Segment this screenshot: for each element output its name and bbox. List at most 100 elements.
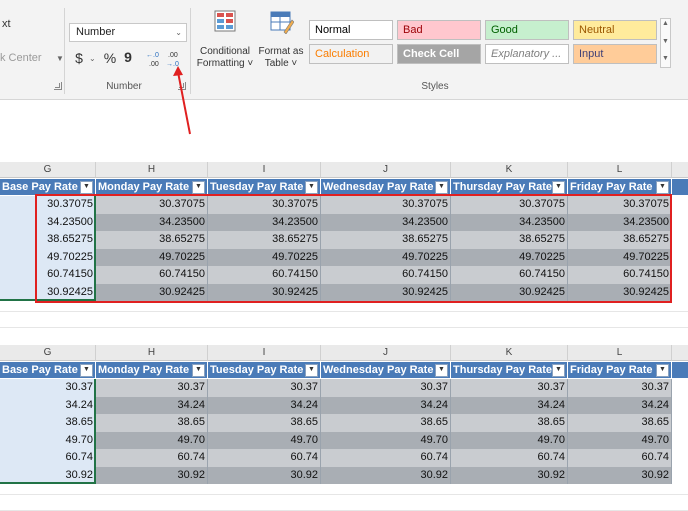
table-cell[interactable]: 34.24 [568,396,672,414]
table-cell[interactable]: 30.92 [451,466,568,484]
table-header-cell[interactable]: Tuesday Pay Rate ▼ [208,179,321,195]
ribbon: xt k Center ▼ Number ⌄ $ ⌄ % 9 ←.0 .00 .… [0,0,688,100]
chevron-down-icon[interactable]: ▼ [56,54,64,63]
increase-decimal-button[interactable]: ←.0 .00 [146,48,164,70]
chevron-down-icon[interactable]: ▼ [662,38,669,45]
table-cell[interactable]: 34.24 [96,396,208,414]
column-header-k[interactable]: K [451,162,568,178]
table-header-cell[interactable]: Monday Pay Rate ▼ [96,362,208,378]
comma-style-button[interactable]: 9 [122,49,134,65]
filter-dropdown-icon[interactable]: ▼ [80,364,93,377]
filter-dropdown-icon[interactable]: ▼ [192,364,205,377]
table-header-cell[interactable]: Wednesday Pay Rate ▼ [321,362,451,378]
cell-style-good[interactable]: Good [485,20,569,40]
column-header-k[interactable]: K [451,345,568,361]
wrap-text-label[interactable]: xt [2,18,11,30]
filter-dropdown-icon[interactable]: ▼ [435,181,448,194]
table-cell[interactable]: 30.37 [321,379,451,397]
table-cell[interactable]: 30.92 [321,466,451,484]
cell-style-calculation[interactable]: Calculation [309,44,393,64]
column-header-j[interactable]: J [321,345,451,361]
table-cell[interactable]: 38.65 [208,414,321,432]
cell-style-explanatory[interactable]: Explanatory ... [485,44,569,64]
table-header-cell[interactable] [672,362,688,378]
chevron-up-icon[interactable]: ▲ [662,20,669,27]
table-cell[interactable]: 49.70 [451,431,568,449]
table-cell[interactable]: 38.65 [321,414,451,432]
svg-text:←.0: ←.0 [146,52,159,59]
filter-dropdown-icon[interactable]: ▼ [656,181,669,194]
filter-dropdown-icon[interactable]: ▼ [552,181,565,194]
column-header-h[interactable]: H [96,345,208,361]
column-header-i[interactable]: I [208,162,321,178]
table-cell[interactable]: 38.65 [451,414,568,432]
number-format-dropdown[interactable]: Number ⌄ [69,23,187,42]
table-cell[interactable]: 30.37 [451,379,568,397]
conditional-formatting-button[interactable]: Conditional Formatting ˅ [195,10,255,76]
column-header-j[interactable]: J [321,162,451,178]
table-cell[interactable]: 30.37 [208,379,321,397]
cell-style-check-cell[interactable]: Check Cell [397,44,481,64]
filter-dropdown-icon[interactable]: ▼ [656,364,669,377]
table-cell[interactable]: 60.74 [568,449,672,467]
gallery-expand-icon[interactable]: ▼ [662,55,669,62]
table-header-cell[interactable]: Friday Pay Rate ▼ [568,179,672,195]
table-cell[interactable]: 30.92 [568,466,672,484]
filter-dropdown-icon[interactable]: ▼ [435,364,448,377]
table-cell[interactable]: 30.37 [568,379,672,397]
table-header-cell[interactable]: Base Pay Rate ▼ [0,362,96,378]
column-header-l[interactable]: L [568,345,672,361]
column-header-h[interactable]: H [96,162,208,178]
chevron-down-icon[interactable]: ⌄ [89,54,96,63]
filter-dropdown-icon[interactable]: ▼ [80,181,93,194]
gallery-scrollbar[interactable]: ▲ ▼ ▼ [660,18,671,68]
table-cell[interactable]: 60.74 [96,449,208,467]
table-cell[interactable]: 60.74 [208,449,321,467]
dialog-launcher-icon[interactable] [54,82,62,90]
column-header-m[interactable] [672,345,688,361]
table-cell[interactable]: 30.92 [208,466,321,484]
filter-dropdown-icon[interactable]: ▼ [305,364,318,377]
table-header-label: Friday Pay Rate [570,364,653,376]
table-header-cell[interactable] [672,179,688,195]
cell-style-bad[interactable]: Bad [397,20,481,40]
column-header-i[interactable]: I [208,345,321,361]
conditional-formatting-line2: Formatting ˅ [196,58,254,69]
format-as-table-button[interactable]: Format as Table ˅ [256,10,306,76]
table-header-cell[interactable]: Friday Pay Rate ▼ [568,362,672,378]
table-cell[interactable]: 38.65 [96,414,208,432]
table-cell[interactable]: 34.24 [451,396,568,414]
table-header-cell[interactable]: Base Pay Rate ▼ [0,179,96,195]
filter-dropdown-icon[interactable]: ▼ [552,364,565,377]
table-cell[interactable]: 38.65 [568,414,672,432]
grid-line [0,327,688,328]
percent-button[interactable]: % [102,50,118,66]
table-cell[interactable]: 34.24 [321,396,451,414]
table-header-cell[interactable]: Thursday Pay Rate ▼ [451,179,568,195]
table-header-cell[interactable]: Tuesday Pay Rate ▼ [208,362,321,378]
table-cell[interactable]: 49.70 [96,431,208,449]
table-cell[interactable]: 30.37 [96,379,208,397]
column-header-g[interactable]: G [0,162,96,178]
column-header-l[interactable]: L [568,162,672,178]
table-header-cell[interactable]: Monday Pay Rate ▼ [96,179,208,195]
cell-style-normal[interactable]: Normal [309,20,393,40]
cell-style-input[interactable]: Input [573,44,657,64]
filter-dropdown-icon[interactable]: ▼ [192,181,205,194]
filter-dropdown-icon[interactable]: ▼ [305,181,318,194]
table-header-cell[interactable]: Thursday Pay Rate ▼ [451,362,568,378]
column-header-g[interactable]: G [0,345,96,361]
table-header-cell[interactable]: Wednesday Pay Rate ▼ [321,179,451,195]
table-cell[interactable]: 49.70 [321,431,451,449]
column-header-m[interactable] [672,162,688,178]
table-cell[interactable]: 60.74 [451,449,568,467]
merge-center-label[interactable]: k Center [0,52,42,64]
currency-button[interactable]: $ [72,50,86,66]
number-group-label: Number [106,81,142,92]
table-cell[interactable]: 30.92 [96,466,208,484]
table-cell[interactable]: 34.24 [208,396,321,414]
cell-style-neutral[interactable]: Neutral [573,20,657,40]
table-cell[interactable]: 60.74 [321,449,451,467]
table-cell[interactable]: 49.70 [568,431,672,449]
table-cell[interactable]: 49.70 [208,431,321,449]
